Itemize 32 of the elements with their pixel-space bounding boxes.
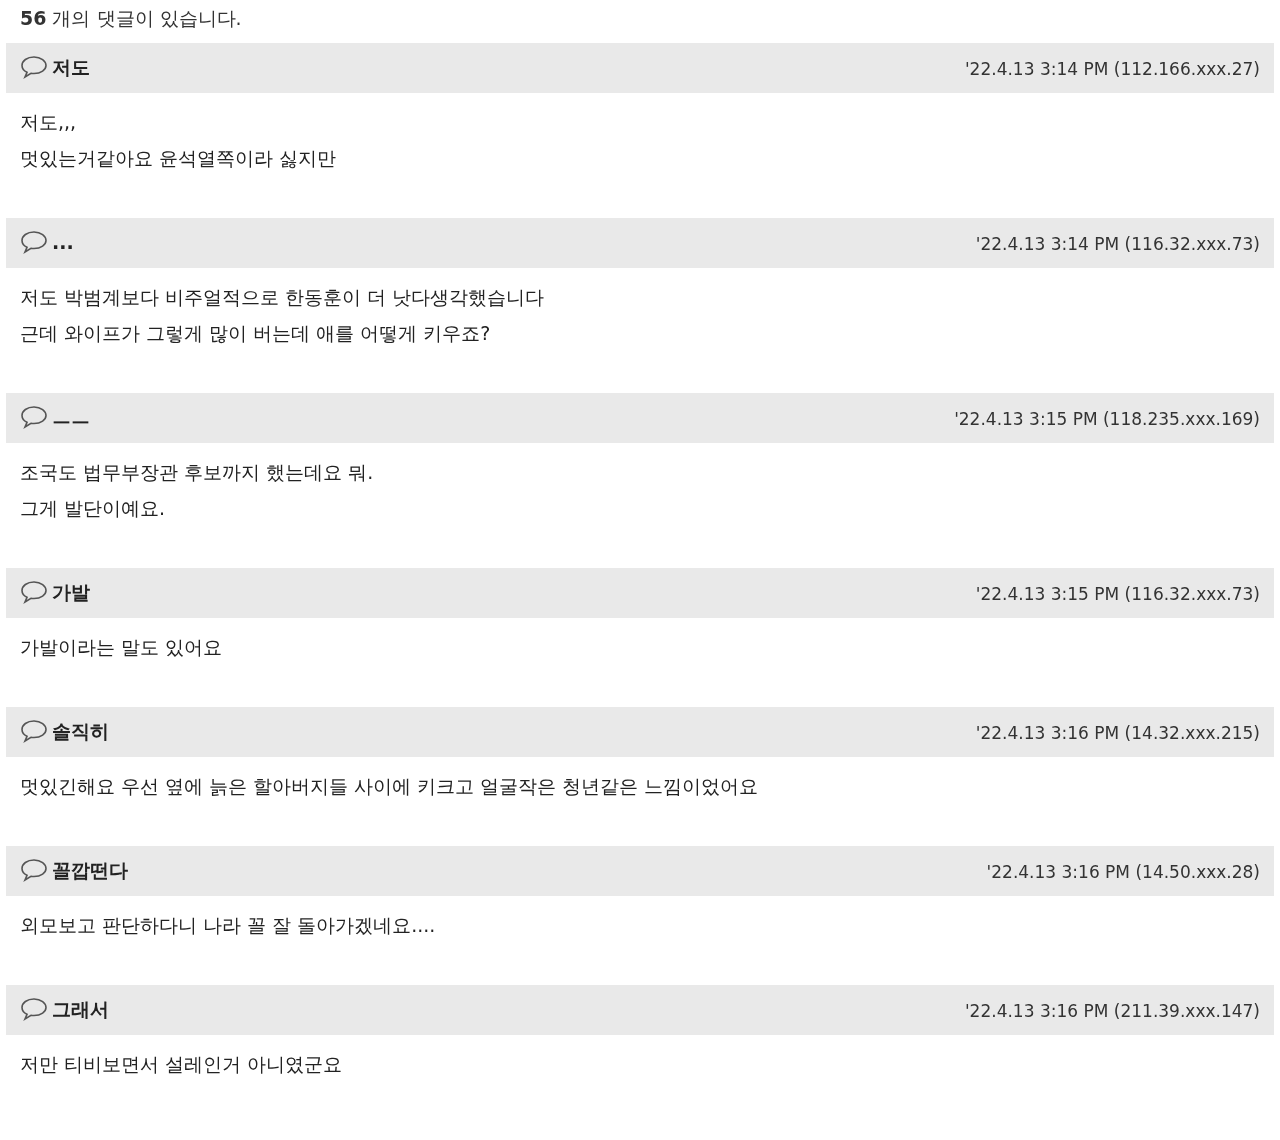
comment-date: '22.4.13 3:14 PM (116.32.xxx.73) [975, 233, 1260, 256]
comment-date: '22.4.13 3:15 PM (118.235.xxx.169) [954, 408, 1260, 431]
comment-date: '22.4.13 3:14 PM (112.166.xxx.27) [964, 58, 1260, 81]
comment-author: ... [52, 230, 74, 255]
speech-bubble-icon [20, 997, 48, 1022]
comment-text: 저만 티비보면서 설레인거 아니였군요 [20, 1052, 344, 1077]
speech-bubble-icon [20, 580, 48, 605]
comment-count: 56 개의 댓글이 있습니다. [20, 7, 242, 29]
comment-author: 저도 [52, 55, 90, 80]
comment-author: 가발 [52, 580, 90, 605]
comment-date: '22.4.13 3:16 PM (14.50.xxx.28) [986, 861, 1260, 884]
comment-text: 근데 와이프가 그렇게 많이 버는데 애를 어떻게 키우죠? [20, 321, 492, 346]
comment-author: ㅡㅡ [52, 405, 90, 430]
comment-text: 외모보고 판단하다니 나라 꼴 잘 돌아가겠네요.... [20, 913, 437, 938]
speech-bubble-icon [20, 405, 48, 430]
comment-text: 멋있긴해요 우선 옆에 늙은 할아버지들 사이에 키크고 얼굴작은 청년같은 느낌이었어요 [20, 774, 760, 799]
comment-text: 조국도 법무부장관 후보까지 했는데요 뭐. [20, 460, 375, 485]
comment-date: '22.4.13 3:15 PM (116.32.xxx.73) [975, 583, 1260, 606]
comment-text: 저도,,, [20, 110, 78, 135]
comment-author: 그래서 [52, 997, 109, 1022]
speech-bubble-icon [20, 858, 48, 883]
comment-text: 그게 발단이예요. [20, 496, 167, 521]
comment-text: 멋있는거같아요 윤석열쪽이라 싫지만 [20, 146, 338, 171]
speech-bubble-icon [20, 719, 48, 744]
comment-text: 가발이라는 말도 있어요 [20, 635, 224, 660]
speech-bubble-icon [20, 230, 48, 255]
comment-author: 솔직히 [52, 719, 109, 744]
comment-text: 저도 박범계보다 비주얼적으로 한동훈이 더 낫다생각했습니다 [20, 285, 546, 310]
comment-author: 꼴깝떤다 [52, 858, 128, 883]
comment-date: '22.4.13 3:16 PM (14.32.xxx.215) [975, 722, 1260, 745]
speech-bubble-icon [20, 55, 48, 80]
comment-date: '22.4.13 3:16 PM (211.39.xxx.147) [964, 1000, 1260, 1023]
